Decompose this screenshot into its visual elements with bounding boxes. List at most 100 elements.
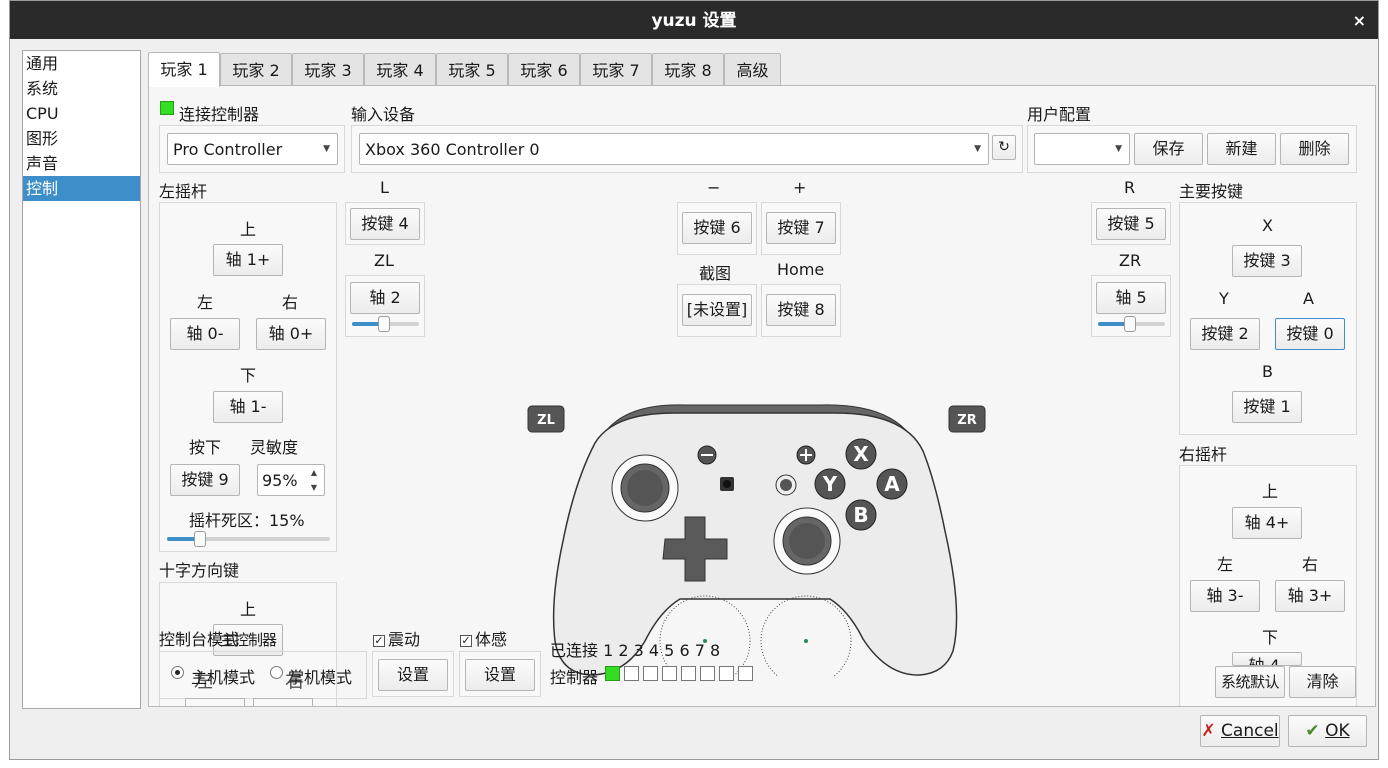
a-button[interactable]: 按键 0	[1275, 318, 1345, 350]
vibration-checkbox[interactable]: ✓	[373, 634, 385, 647]
left-stick-up-label: 上	[240, 220, 257, 239]
left-stick-up-button[interactable]: 轴 1+	[213, 244, 283, 276]
player-led-4	[662, 666, 677, 681]
tab-player-3[interactable]: 玩家 3	[292, 53, 364, 86]
nav-item-graphics[interactable]: 图形	[23, 126, 140, 151]
tab-player-4[interactable]: 玩家 4	[364, 53, 436, 86]
docked-mode-radio[interactable]	[171, 666, 184, 679]
controller-body	[552, 412, 958, 676]
left-stick-sensitivity-spinbox[interactable]: 95% ▲ ▼	[257, 464, 325, 496]
right-stick-title: 右摇杆	[1179, 445, 1228, 464]
zl-threshold-slider[interactable]	[352, 316, 419, 332]
left-stick-press-button[interactable]: 按键 9	[170, 464, 240, 496]
left-stick-deadzone-label: 摇杆死区：15%	[189, 511, 305, 530]
input-device-label: 输入设备	[351, 105, 416, 124]
new-profile-button[interactable]: 新建	[1207, 133, 1276, 165]
save-profile-button[interactable]: 保存	[1134, 133, 1203, 165]
input-device-select[interactable]: Xbox 360 Controller 0 ▼	[359, 133, 989, 165]
controller-leds-label: 控制器	[550, 668, 599, 687]
y-label: Y	[1219, 289, 1229, 308]
restore-defaults-button[interactable]: 系统默认	[1215, 666, 1285, 698]
left-stick-title: 左摇杆	[159, 182, 208, 201]
profile-select[interactable]: ▼	[1034, 133, 1130, 165]
left-stick-left-button[interactable]: 轴 0-	[170, 318, 240, 350]
zr-badge: ZR	[948, 405, 986, 433]
zl-badge: ZL	[527, 405, 565, 433]
right-stick-right-button[interactable]: 轴 3+	[1275, 580, 1345, 612]
capture-button[interactable]: [未设置]	[682, 294, 752, 326]
right-stick-up-button[interactable]: 轴 4+	[1232, 507, 1302, 539]
nav-item-controls[interactable]: 控制	[23, 176, 140, 201]
delete-profile-button[interactable]: 删除	[1280, 133, 1349, 165]
right-stick-up-label: 上	[1262, 482, 1279, 501]
left-stick-right-button[interactable]: 轴 0+	[256, 318, 326, 350]
y-button[interactable]: 按键 2	[1190, 318, 1260, 350]
r-button[interactable]: 按键 5	[1096, 208, 1166, 240]
tab-player-1[interactable]: 玩家 1	[148, 52, 220, 87]
handheld-mode-label: 掌机模式	[288, 668, 353, 687]
zr-button[interactable]: 轴 5	[1096, 282, 1166, 314]
profile-label: 用户配置	[1027, 105, 1092, 124]
chevron-down-icon: ▼	[323, 144, 330, 154]
zr-threshold-slider[interactable]	[1098, 316, 1165, 332]
plus-button[interactable]: 按键 7	[766, 212, 836, 244]
nav-item-system[interactable]: 系统	[23, 76, 140, 101]
nav-item-audio[interactable]: 声音	[23, 151, 140, 176]
tab-advanced[interactable]: 高级	[724, 53, 781, 86]
controller-type-value: Pro Controller	[173, 140, 283, 159]
close-icon[interactable]: ×	[1353, 1, 1366, 41]
nav-item-general[interactable]: 通用	[23, 51, 140, 76]
slider-handle[interactable]	[1124, 316, 1136, 332]
console-mode-title: 控制台模式	[159, 630, 240, 649]
minus-label: −	[707, 178, 721, 197]
tab-player-5[interactable]: 玩家 5	[436, 53, 508, 86]
clear-button[interactable]: 清除	[1289, 666, 1356, 698]
tab-player-8[interactable]: 玩家 8	[652, 53, 724, 86]
home-label: Home	[777, 260, 825, 279]
tab-player-7[interactable]: 玩家 7	[580, 53, 652, 86]
slider-handle[interactable]	[194, 531, 206, 547]
right-stick-left-button[interactable]: 轴 3-	[1190, 580, 1260, 612]
dpad-left-button[interactable]	[185, 698, 245, 706]
motion-checkbox-label[interactable]: ✓ 体感	[460, 626, 507, 650]
left-stick-down-button[interactable]: 轴 1-	[213, 391, 283, 423]
nav-item-cpu[interactable]: CPU	[23, 101, 140, 126]
dpad-title: 十字方向键	[159, 561, 240, 580]
a-label: A	[1303, 289, 1314, 308]
x-face-label: X	[853, 442, 869, 466]
tab-player-2[interactable]: 玩家 2	[220, 53, 292, 86]
right-stick-range-circle	[760, 595, 852, 676]
b-button[interactable]: 按键 1	[1232, 391, 1302, 423]
player-led-2	[624, 666, 639, 681]
ok-button[interactable]: ✔ OK	[1288, 715, 1367, 747]
right-stick-down-button[interactable]: 轴 4-	[1232, 652, 1302, 666]
vibration-settings-button[interactable]: 设置	[378, 659, 448, 691]
tab-player-6[interactable]: 玩家 6	[508, 53, 580, 86]
left-stick-deadzone-slider[interactable]	[167, 531, 330, 547]
refresh-devices-button[interactable]: ↻	[992, 135, 1016, 160]
player-panel: 连接控制器 Pro Controller ▼ 输入设备 Xbox 360 Cont…	[148, 85, 1376, 707]
home-button[interactable]: 按键 8	[766, 294, 836, 326]
motion-settings-button[interactable]: 设置	[465, 659, 535, 691]
zl-badge-label: ZL	[537, 413, 555, 428]
cancel-label: Cancel	[1221, 721, 1279, 741]
motion-checkbox[interactable]: ✓	[460, 634, 472, 647]
ok-label: OK	[1325, 721, 1350, 741]
vibration-checkbox-label[interactable]: ✓ 震动	[373, 626, 420, 650]
zl-label: ZL	[374, 251, 394, 270]
chevron-down-icon[interactable]: ▼	[311, 472, 317, 503]
l-button[interactable]: 按键 4	[350, 208, 420, 240]
cancel-button[interactable]: ✗ Cancel	[1200, 715, 1280, 747]
connect-controller-checkbox[interactable]	[160, 101, 174, 115]
slider-handle[interactable]	[378, 316, 390, 332]
zl-button[interactable]: 轴 2	[350, 282, 420, 314]
dpad-right-button[interactable]	[253, 698, 313, 706]
zr-label: ZR	[1119, 251, 1142, 270]
minus-button[interactable]: 按键 6	[682, 212, 752, 244]
player-led-3	[643, 666, 658, 681]
x-button[interactable]: 按键 3	[1232, 245, 1302, 277]
handheld-mode-radio[interactable]	[270, 666, 283, 679]
controller-type-select[interactable]: Pro Controller ▼	[167, 133, 338, 165]
cancel-icon: ✗	[1201, 721, 1216, 741]
capture-label: 截图	[699, 264, 732, 283]
